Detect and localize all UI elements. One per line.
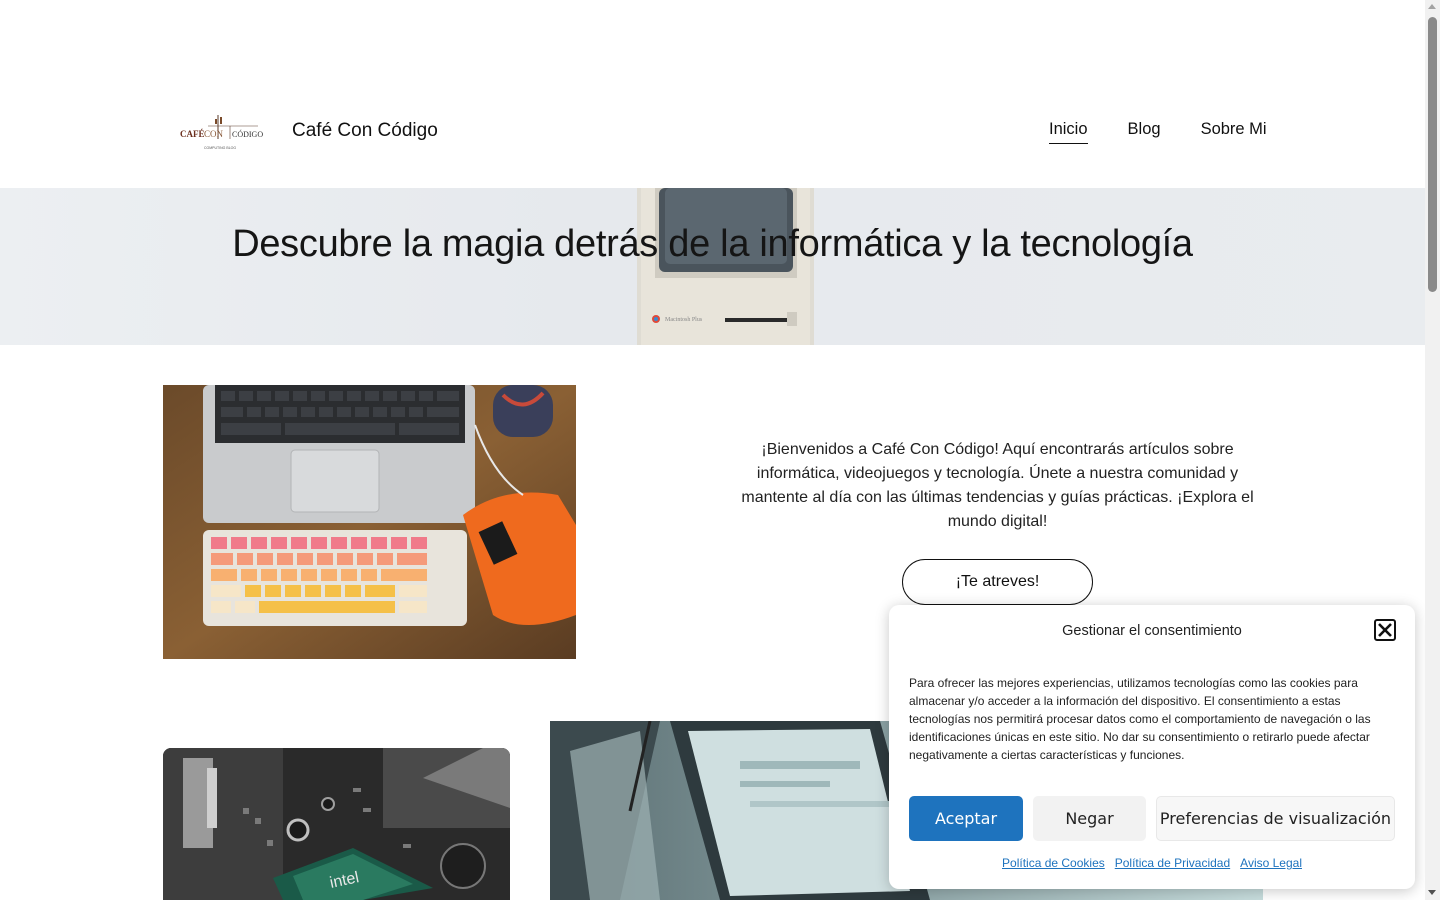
- cookie-policy-link[interactable]: Política de Cookies: [1002, 856, 1105, 870]
- legal-notice-link[interactable]: Aviso Legal: [1240, 856, 1302, 870]
- svg-text:CON: CON: [204, 129, 224, 139]
- deny-button[interactable]: Negar: [1033, 796, 1146, 841]
- consent-links: Política de Cookies Política de Privacid…: [889, 856, 1415, 870]
- nav-item-inicio[interactable]: Inicio: [1049, 120, 1088, 144]
- intro-welcome-text: ¡Bienvenidos a Café Con Código! Aquí enc…: [741, 441, 1254, 530]
- svg-text:Macintosh Plus: Macintosh Plus: [665, 317, 703, 323]
- svg-text:COMPUTING BLOG: COMPUTING BLOG: [204, 146, 236, 150]
- svg-text:CÓDIGO: CÓDIGO: [232, 129, 263, 139]
- cta-te-atreves-button[interactable]: ¡Te atreves!: [902, 559, 1093, 605]
- consent-title: Gestionar el consentimiento: [1062, 623, 1242, 639]
- close-icon[interactable]: [1374, 619, 1396, 641]
- scroll-up-arrow-icon[interactable]: [1428, 4, 1436, 9]
- cookie-consent-dialog: Gestionar el consentimiento Para ofrecer…: [889, 605, 1415, 889]
- hero-macintosh-image: Macintosh Plus: [637, 188, 814, 345]
- privacy-policy-link[interactable]: Política de Privacidad: [1115, 856, 1230, 870]
- nav-item-sobre-mi[interactable]: Sobre Mi: [1201, 120, 1267, 144]
- consent-description: Para ofrecer las mejores experiencias, u…: [909, 676, 1371, 762]
- scrollbar-thumb[interactable]: [1428, 17, 1437, 292]
- site-header: CAFÉ CON CÓDIGO COMPUTING BLOG Café Con …: [0, 0, 1425, 188]
- accept-button[interactable]: Aceptar: [909, 796, 1023, 841]
- hero-title: Descubre la magia detrás de la informáti…: [232, 223, 1193, 265]
- hero-banner: Macintosh Plus Descubre la magia detrás …: [0, 188, 1425, 345]
- site-title[interactable]: Café Con Código: [292, 120, 438, 142]
- view-preferences-button[interactable]: Preferencias de visualización: [1156, 796, 1395, 841]
- nav-item-blog[interactable]: Blog: [1128, 120, 1161, 144]
- site-logo[interactable]: CAFÉ CON CÓDIGO COMPUTING BLOG: [178, 109, 264, 153]
- intro-keyboard-image: [163, 385, 576, 659]
- page-scrollbar[interactable]: [1425, 0, 1440, 900]
- svg-text:CAFÉ: CAFÉ: [180, 129, 205, 139]
- circuit-board-image: intel: [163, 748, 510, 900]
- main-nav: Inicio Blog Sobre Mi: [1049, 120, 1267, 144]
- scroll-down-arrow-icon[interactable]: [1428, 890, 1436, 895]
